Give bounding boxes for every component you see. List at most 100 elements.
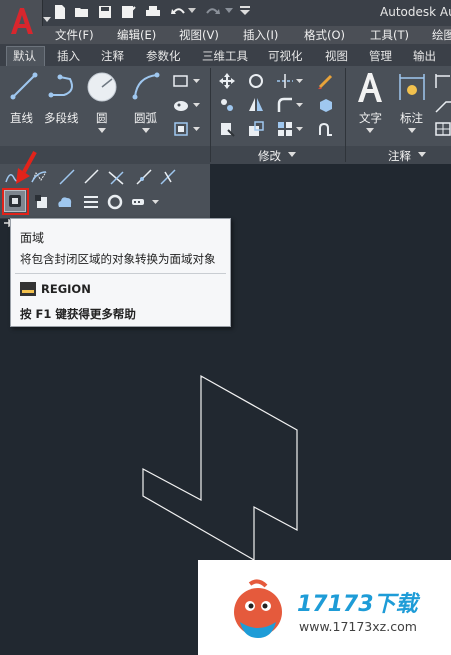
dimension-tool-icon[interactable] xyxy=(397,72,427,102)
wipeout-icon[interactable] xyxy=(34,193,52,211)
region-tooltip: 面域 将包含封闭区域的对象转换为面域对象 REGION 按 F1 键获得更多帮助 xyxy=(10,218,231,327)
app-menu-arrow-icon[interactable] xyxy=(42,16,52,24)
redo-icon[interactable] xyxy=(205,4,221,20)
boundary-tool-icon[interactable] xyxy=(172,120,190,138)
print-icon[interactable] xyxy=(145,4,161,20)
window-title: Autodesk Au xyxy=(380,5,451,19)
text-tool-label[interactable]: 文字 xyxy=(359,110,382,126)
modify-panel-expand-icon[interactable] xyxy=(288,152,296,158)
modify-panel-title[interactable]: 修改 xyxy=(258,148,281,164)
undo-icon[interactable] xyxy=(170,4,186,20)
tab-visualize[interactable]: 可视化 xyxy=(268,48,303,64)
rectangle-tool-icon[interactable] xyxy=(172,72,190,90)
tooltip-divider xyxy=(15,273,226,274)
tooltip-command-name: REGION xyxy=(41,282,91,296)
mirror-tool-icon[interactable] xyxy=(247,96,265,114)
offset-tool-icon[interactable] xyxy=(317,120,335,138)
ray-icon[interactable] xyxy=(82,168,100,186)
dimension-tool-label[interactable]: 标注 xyxy=(400,110,423,126)
customize-toolbar-icon[interactable] xyxy=(240,6,250,16)
tooltip-title: 面域 xyxy=(20,231,45,245)
stretch-tool-icon[interactable] xyxy=(218,120,236,138)
gradient-icon[interactable] xyxy=(82,193,100,211)
arc-tool-label[interactable]: 圆弧 xyxy=(134,110,157,126)
measure-icon[interactable] xyxy=(159,168,177,186)
fillet-dropdown-icon[interactable] xyxy=(296,103,303,108)
tab-3d-tools[interactable]: 三维工具 xyxy=(202,48,248,64)
helix-dropdown-icon[interactable] xyxy=(152,200,159,205)
erase-tool-icon[interactable] xyxy=(317,72,335,90)
redo-dropdown-icon[interactable] xyxy=(225,8,233,14)
move-tool-icon[interactable] xyxy=(218,72,236,90)
tooltip-description: 将包含封闭区域的对象转换为面域对象 xyxy=(20,252,216,266)
save-as-icon[interactable] xyxy=(120,4,136,20)
region-highlight-box xyxy=(2,188,29,215)
panel-separator xyxy=(210,68,211,162)
polyline-tool-label[interactable]: 多段线 xyxy=(44,110,79,126)
menu-tools[interactable]: 工具(T) xyxy=(370,27,409,43)
watermark-url: www.17173xz.com xyxy=(299,619,417,634)
menu-file[interactable]: 文件(F) xyxy=(55,27,94,43)
ribbon-panel-footer xyxy=(0,146,451,164)
save-icon[interactable] xyxy=(97,4,113,20)
menu-view[interactable]: 视图(V) xyxy=(179,27,219,43)
array-dropdown-icon[interactable] xyxy=(296,127,303,132)
trim-dropdown-icon[interactable] xyxy=(296,79,303,84)
watermark-brand: 17173下载 xyxy=(297,592,418,617)
fillet-tool-icon[interactable] xyxy=(276,96,294,114)
linear-dim-icon[interactable] xyxy=(434,72,451,90)
application-menu-button[interactable] xyxy=(0,0,43,44)
polyline-tool-icon[interactable] xyxy=(48,71,80,101)
divide-icon[interactable] xyxy=(135,168,153,186)
table-tool-icon[interactable] xyxy=(434,120,451,138)
drawn-polyline-shape[interactable] xyxy=(142,374,298,562)
watermark-logo-icon xyxy=(234,579,282,638)
undo-dropdown-icon[interactable] xyxy=(188,8,196,14)
boundary-dropdown-icon[interactable] xyxy=(193,127,200,132)
annotation-panel-title[interactable]: 注释 xyxy=(388,148,411,164)
arc-tool-icon[interactable] xyxy=(131,71,161,101)
text-dropdown-icon[interactable] xyxy=(366,128,374,134)
arc-dropdown-icon[interactable] xyxy=(142,128,150,134)
tab-view[interactable]: 视图 xyxy=(325,48,348,64)
tooltip-help-text: 按 F1 键获得更多帮助 xyxy=(20,307,136,321)
circle-tool-label[interactable]: 圆 xyxy=(96,110,108,126)
tab-parametric[interactable]: 参数化 xyxy=(146,48,181,64)
tab-default[interactable]: 默认 xyxy=(13,48,36,64)
menu-draw[interactable]: 绘图 xyxy=(432,27,451,43)
copy-tool-icon[interactable] xyxy=(218,96,236,114)
donut-icon[interactable] xyxy=(106,193,124,211)
trim-tool-icon[interactable] xyxy=(276,72,294,90)
new-file-icon[interactable] xyxy=(52,4,68,20)
rectangle-dropdown-icon[interactable] xyxy=(193,79,200,84)
panel-separator xyxy=(345,68,346,162)
array-tool-icon[interactable] xyxy=(276,120,294,138)
explode-tool-icon[interactable] xyxy=(317,96,335,114)
tab-output[interactable]: 输出 xyxy=(413,48,436,64)
construction-line-icon[interactable] xyxy=(58,168,76,186)
circle-tool-icon[interactable] xyxy=(86,71,118,103)
dimension-dropdown-icon[interactable] xyxy=(408,128,416,134)
scale-tool-icon[interactable] xyxy=(247,120,265,138)
tab-manage[interactable]: 管理 xyxy=(369,48,392,64)
rotate-tool-icon[interactable] xyxy=(247,72,265,90)
open-folder-icon[interactable] xyxy=(74,4,90,20)
annotation-panel-expand-icon[interactable] xyxy=(418,152,426,158)
autocad-logo-icon xyxy=(11,8,33,34)
leader-tool-icon[interactable] xyxy=(434,96,451,114)
menu-format[interactable]: 格式(O) xyxy=(304,27,345,43)
menu-insert[interactable]: 插入(I) xyxy=(243,27,278,43)
command-line-icon xyxy=(20,282,36,296)
revision-cloud-icon[interactable] xyxy=(56,193,74,211)
line-tool-icon[interactable] xyxy=(9,71,39,101)
line-tool-label[interactable]: 直线 xyxy=(10,110,33,126)
menu-edit[interactable]: 编辑(E) xyxy=(117,27,156,43)
tab-insert[interactable]: 插入 xyxy=(57,48,80,64)
hatch-dropdown-icon[interactable] xyxy=(193,103,200,108)
text-tool-icon[interactable] xyxy=(355,70,385,104)
hatch-tool-icon[interactable] xyxy=(172,96,190,114)
circle-dropdown-icon[interactable] xyxy=(98,128,106,134)
tab-annotate[interactable]: 注释 xyxy=(101,48,124,64)
helix-icon[interactable] xyxy=(130,193,148,211)
multiple-points-icon[interactable] xyxy=(107,168,125,186)
